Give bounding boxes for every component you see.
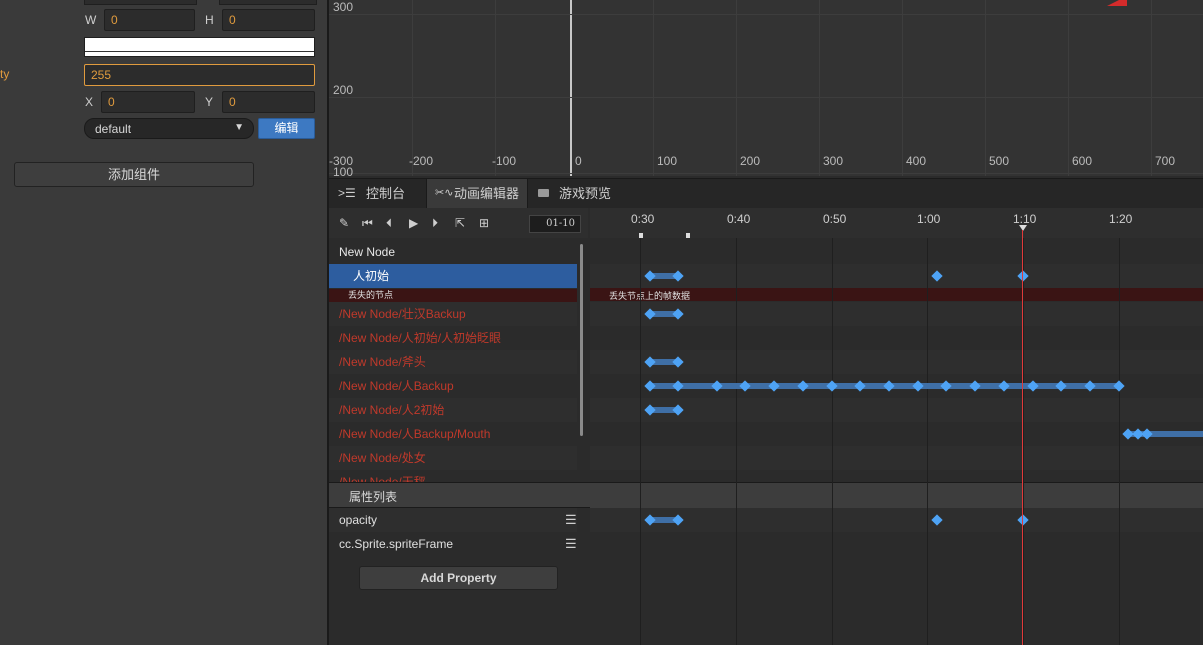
scene-node-sprite[interactable]: [1107, 0, 1127, 6]
select-dropdown[interactable]: default ▼: [84, 118, 254, 139]
x-label: -300: [329, 154, 354, 168]
add-property-button[interactable]: Add Property: [359, 566, 558, 590]
terminal-icon: >☰: [338, 186, 356, 200]
color-picker[interactable]: [84, 37, 315, 57]
property-item[interactable]: cc.Sprite.spriteFrame: [329, 532, 577, 556]
w-label: W: [85, 13, 97, 27]
y-input[interactable]: 0: [222, 91, 315, 113]
edit-clip-icon[interactable]: ✎: [339, 216, 349, 230]
x-label: -200: [409, 154, 434, 168]
missing-node-item[interactable]: /New Node/天秤: [329, 470, 577, 482]
add-event-icon[interactable]: ⊞: [479, 216, 489, 230]
missing-node-item[interactable]: /New Node/人Backup/Mouth: [329, 422, 577, 446]
height-input[interactable]: 0: [222, 9, 315, 31]
width-input[interactable]: 0: [104, 9, 195, 31]
chevron-down-icon: ▼: [234, 122, 244, 133]
next-frame-icon[interactable]: ⏵: [432, 216, 438, 231]
x-label: 500: [989, 154, 1010, 168]
node-selected[interactable]: 人初始: [329, 264, 577, 288]
node-list-scrollbar[interactable]: [580, 244, 583, 436]
y-label-200: 200: [333, 83, 354, 97]
frame-input[interactable]: 01-10: [529, 215, 581, 233]
x-label: 0: [575, 154, 582, 168]
select-value: default: [95, 122, 132, 136]
missing-frames-label: 丢失节点上的帧数据: [609, 291, 691, 301]
property-name: opacity: [339, 513, 378, 527]
x-label: 700: [1155, 154, 1176, 168]
y-label: Y: [205, 95, 214, 109]
time-tick: 0:40: [727, 212, 751, 226]
missing-node-item[interactable]: /New Node/人初始/人初始眨眼: [329, 326, 577, 350]
time-tick: 0:30: [631, 212, 655, 226]
play-icon[interactable]: ▶: [409, 216, 418, 230]
inspector-panel: W 0 H 0 ty 255 X 0 Y 0 default ▼ 编辑 添加组件: [0, 0, 327, 645]
menu-icon[interactable]: ☰: [565, 512, 577, 528]
tab-game-preview[interactable]: 游戏预览: [535, 179, 635, 208]
time-tick: 0:50: [823, 212, 847, 226]
x-label: 100: [657, 154, 678, 168]
time-tick: 1:00: [917, 212, 941, 226]
node-root[interactable]: New Node: [329, 240, 577, 264]
edit-button[interactable]: 编辑: [258, 118, 315, 139]
x-input[interactable]: 0: [101, 91, 195, 113]
tab-animation-editor[interactable]: ✂∿ 动画编辑器: [426, 179, 528, 208]
time-tick: 1:20: [1109, 212, 1133, 226]
missing-node-item[interactable]: /New Node/斧头: [329, 350, 577, 374]
add-component-button[interactable]: 添加组件: [14, 162, 254, 187]
scene-view[interactable]: 300 200 100 -300 -200 -100 0 100 200 300…: [329, 0, 1203, 176]
menu-icon[interactable]: ☰: [565, 536, 577, 552]
missing-frames-row: 丢失节点上的帧数据: [590, 288, 1203, 301]
panel-tab-bar: >☰ 控制台 ✂∿ 动画编辑器 游戏预览: [329, 178, 1203, 208]
field-top-edge: [219, 0, 317, 5]
missing-node-item[interactable]: /New Node/人Backup: [329, 374, 577, 398]
timeline[interactable]: 0:30 0:40 0:50 1:00 1:10 1:20 丢失节点上的帧数据: [590, 208, 1203, 645]
missing-node-item[interactable]: /New Node/壮汉Backup: [329, 302, 577, 326]
h-label: H: [205, 13, 214, 27]
x-label: 600: [1072, 154, 1093, 168]
jump-to-start-icon[interactable]: ⏮: [362, 216, 373, 231]
x-label: 300: [823, 154, 844, 168]
timeline-ruler[interactable]: 0:30 0:40 0:50 1:00 1:10 1:20: [590, 208, 1203, 238]
opacity-input[interactable]: 255: [84, 64, 315, 86]
x-label: X: [85, 95, 94, 109]
missing-node-item[interactable]: /New Node/处女: [329, 446, 577, 470]
x-label: -100: [492, 154, 517, 168]
animation-toolbar: ✎ ⏮ ⏴ ▶ ⏵ ⇱ ⊞ 01-10: [329, 208, 588, 238]
previous-frame-icon[interactable]: ⏴: [386, 216, 392, 231]
time-tick: 1:10: [1013, 212, 1037, 226]
missing-node-item[interactable]: /New Node/人2初始: [329, 398, 577, 422]
playhead-handle[interactable]: [1019, 225, 1027, 231]
opacity-label: ty: [0, 67, 10, 81]
property-item[interactable]: opacity: [329, 508, 577, 532]
animation-icon: ✂∿: [435, 187, 454, 199]
x-label: 200: [740, 154, 761, 168]
node-list: New Node 人初始 丢失的节点 /New Node/壮汉Backup /N…: [329, 238, 588, 482]
x-label: 400: [906, 154, 927, 168]
playhead-line[interactable]: [1022, 230, 1023, 645]
missing-nodes-label: 丢失的节点: [329, 289, 577, 302]
tab-console[interactable]: >☰ 控制台: [329, 179, 425, 208]
y-label-300: 300: [333, 0, 354, 14]
property-list: opacity ☰ cc.Sprite.spriteFrame ☰ Add Pr…: [329, 508, 588, 645]
properties-title: 属性列表: [349, 490, 398, 504]
camera-icon: [538, 189, 549, 197]
export-icon[interactable]: ⇱: [455, 216, 465, 230]
y-axis-line: [570, 0, 572, 176]
property-name: cc.Sprite.spriteFrame: [339, 537, 454, 551]
field-top-edge: [84, 0, 197, 5]
